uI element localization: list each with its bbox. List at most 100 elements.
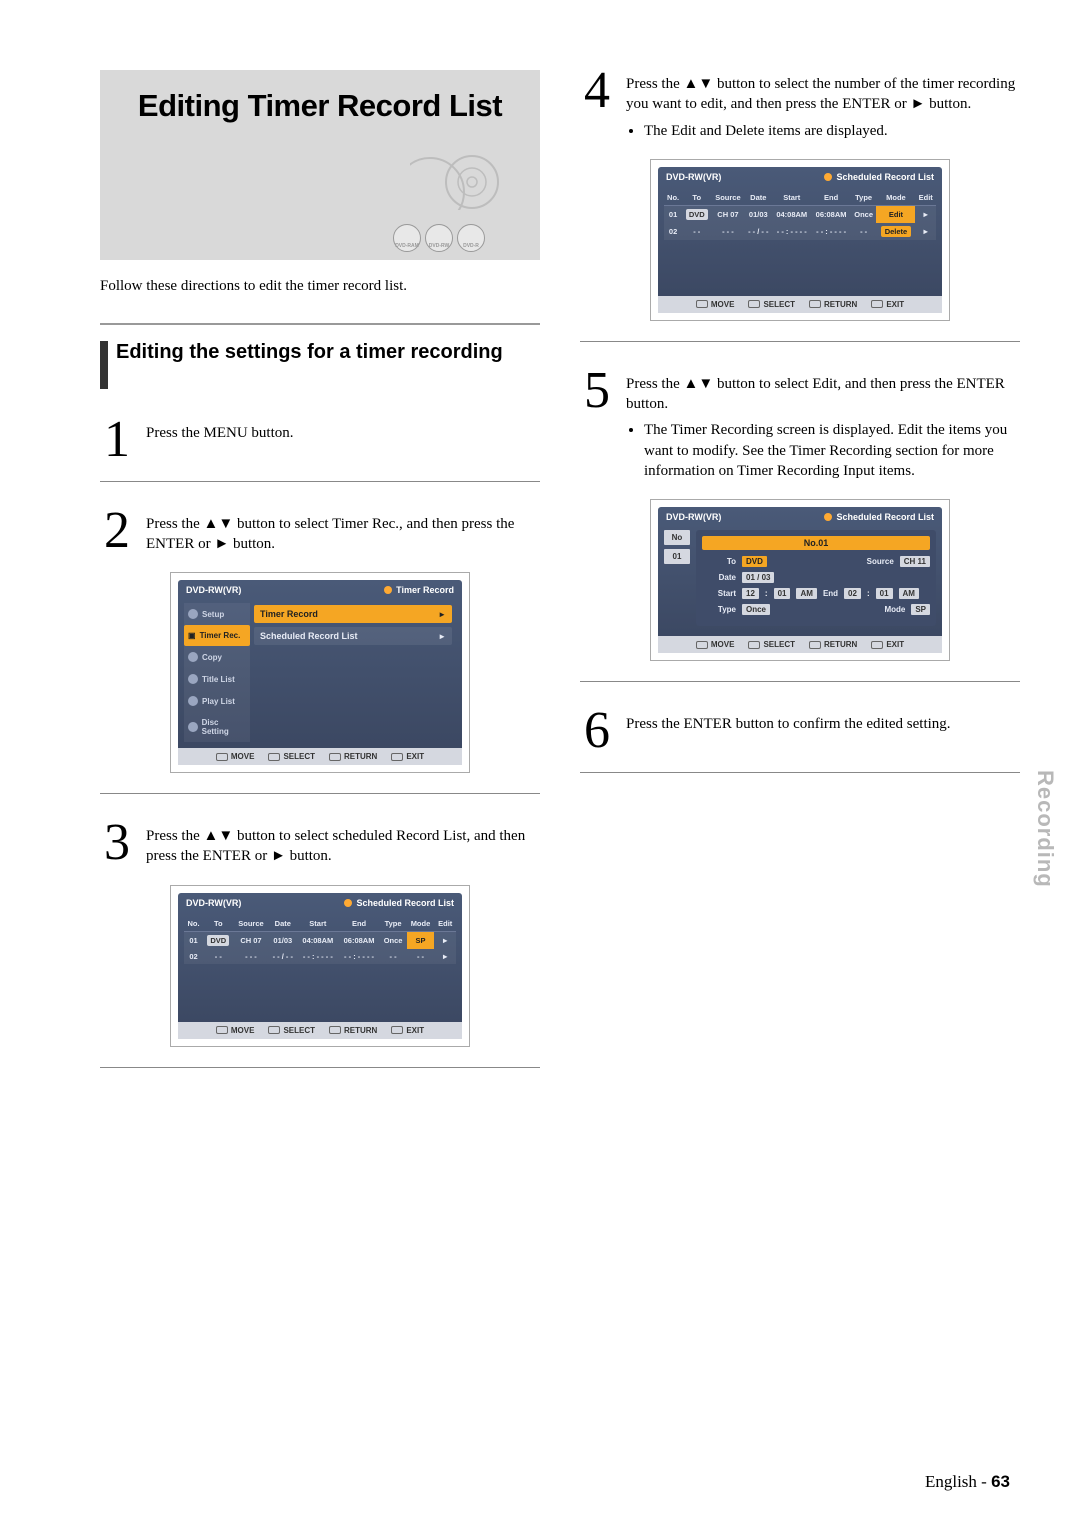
scheduled-record-table: No.ToSourceDateStartEndTypeModeEdit 01 D… bbox=[664, 190, 936, 240]
type-field[interactable]: Once bbox=[742, 604, 770, 615]
step-number: 3 bbox=[100, 822, 134, 867]
sidebar-item[interactable]: Disc Setting bbox=[184, 712, 250, 742]
osd-side-nav: Setup ▣Timer Rec. Copy Title List Play L… bbox=[184, 603, 250, 742]
step-number: 5 bbox=[580, 370, 614, 481]
osd-option[interactable]: Timer Record► bbox=[254, 605, 452, 623]
key-icon bbox=[329, 753, 341, 761]
osd-footer: MOVE SELECT RETURN EXIT bbox=[658, 636, 942, 653]
step-4: 4 Press the ▲▼ button to select the numb… bbox=[580, 70, 1020, 141]
chevron-right-icon: ► bbox=[434, 949, 456, 964]
divider bbox=[580, 341, 1020, 342]
table-row[interactable]: 02 - - - - - - - / - - - - : - - - - - -… bbox=[184, 949, 456, 964]
field-label: Type bbox=[702, 605, 736, 614]
sidebar-item[interactable]: ▣Timer Rec. bbox=[184, 625, 250, 646]
section-heading: Editing the settings for a timer recordi… bbox=[100, 323, 540, 389]
step-number: 4 bbox=[580, 70, 614, 141]
record-dot-icon bbox=[824, 513, 832, 521]
step-number: 6 bbox=[580, 710, 614, 752]
key-icon bbox=[809, 300, 821, 308]
up-down-icon: ▲▼ bbox=[684, 75, 714, 92]
sidebar-item[interactable]: Title List bbox=[184, 668, 250, 690]
step-5: 5 Press the ▲▼ button to select Edit, an… bbox=[580, 370, 1020, 481]
key-icon bbox=[696, 641, 708, 649]
key-icon bbox=[696, 300, 708, 308]
osd-footer: MOVE SELECT RETURN EXIT bbox=[658, 296, 942, 313]
key-icon bbox=[268, 1026, 280, 1034]
field-label: Mode bbox=[884, 605, 905, 614]
media-icon: DVD-R bbox=[457, 224, 485, 252]
field-label: To bbox=[702, 557, 736, 566]
intro-text: Follow these directions to edit the time… bbox=[100, 278, 540, 295]
osd-title: Scheduled Record List bbox=[356, 898, 454, 908]
key-icon bbox=[391, 753, 403, 761]
source-field[interactable]: CH 11 bbox=[900, 556, 930, 567]
key-icon bbox=[748, 641, 760, 649]
osd-title: Timer Record bbox=[396, 585, 454, 595]
key-icon bbox=[809, 641, 821, 649]
section-heading-text: Editing the settings for a timer recordi… bbox=[116, 341, 503, 364]
mode-field[interactable]: SP bbox=[911, 604, 930, 615]
page-footer: English - 63 bbox=[925, 1472, 1010, 1492]
chevron-right-icon: ► bbox=[438, 632, 446, 641]
to-field[interactable]: DVD bbox=[742, 556, 767, 567]
media-icon: DVD-RAM bbox=[393, 224, 421, 252]
field-label: Start bbox=[702, 589, 736, 598]
osd-footer: MOVE SELECT RETURN EXIT bbox=[178, 748, 462, 765]
divider bbox=[580, 681, 1020, 682]
heading-bar-icon bbox=[100, 341, 108, 389]
sidebar-item[interactable]: Setup bbox=[184, 603, 250, 625]
table-row[interactable]: 02 - - - - - - - / - - - - : - - - - - -… bbox=[664, 223, 936, 240]
start-hour-field[interactable]: 12 bbox=[742, 588, 759, 599]
osd-scheduled-record-list: DVD-RW(VR) Scheduled Record List No.ToSo… bbox=[170, 885, 470, 1047]
step-number: 1 bbox=[100, 419, 134, 461]
up-down-icon: ▲▼ bbox=[684, 375, 714, 392]
step-text: Press the ENTER button to confirm the ed… bbox=[626, 710, 951, 752]
start-min-field[interactable]: 01 bbox=[774, 588, 791, 599]
osd-scheduled-record-edit-delete: DVD-RW(VR) Scheduled Record List No.ToSo… bbox=[650, 159, 950, 321]
field-label: End bbox=[823, 589, 838, 598]
table-row[interactable]: 01 DVD CH 07 01/03 04:08AM 06:08AM Once … bbox=[664, 205, 936, 223]
step-bullet: The Edit and Delete items are displayed. bbox=[644, 121, 1020, 141]
play-icon: ► bbox=[911, 95, 926, 112]
step-text: Press the ▲▼ button to select Edit, and … bbox=[626, 370, 1020, 481]
page-title: Editing Timer Record List bbox=[120, 88, 520, 124]
step-text: Press the ▲▼ button to select scheduled … bbox=[146, 822, 540, 867]
step-bullet: The Timer Recording screen is displayed.… bbox=[644, 420, 1020, 481]
end-min-field[interactable]: 01 bbox=[876, 588, 893, 599]
chevron-right-icon: ► bbox=[434, 931, 456, 949]
divider bbox=[580, 772, 1020, 773]
key-icon bbox=[748, 300, 760, 308]
chevron-right-icon: ► bbox=[438, 610, 446, 619]
divider bbox=[100, 1067, 540, 1068]
up-down-icon: ▲▼ bbox=[204, 515, 234, 532]
table-row[interactable]: 01 DVD CH 07 01/03 04:08AM 06:08AM Once … bbox=[184, 931, 456, 949]
divider bbox=[100, 481, 540, 482]
key-icon bbox=[268, 753, 280, 761]
chevron-right-icon: ► bbox=[915, 223, 936, 240]
key-icon bbox=[871, 300, 883, 308]
osd-option[interactable]: Scheduled Record List► bbox=[254, 627, 452, 645]
scheduled-record-table: No.ToSourceDateStartEndTypeModeEdit 01 D… bbox=[184, 916, 456, 964]
osd-disc-label: DVD-RW(VR) bbox=[666, 172, 721, 182]
up-down-icon: ▲▼ bbox=[204, 827, 234, 844]
start-ampm-field[interactable]: AM bbox=[796, 588, 816, 599]
end-hour-field[interactable]: 02 bbox=[844, 588, 861, 599]
sidebar-item[interactable]: Play List bbox=[184, 690, 250, 712]
osd-timer-record-menu: DVD-RW(VR) Timer Record Setup ▣Timer Rec… bbox=[170, 572, 470, 773]
date-field[interactable]: 01 / 03 bbox=[742, 572, 774, 583]
osd-title: Scheduled Record List bbox=[836, 172, 934, 182]
field-label: Source bbox=[867, 557, 894, 566]
record-dot-icon bbox=[344, 899, 352, 907]
step-text: Press the ▲▼ button to select the number… bbox=[626, 70, 1020, 141]
edit-sidebar-label: No bbox=[664, 530, 690, 545]
osd-disc-label: DVD-RW(VR) bbox=[186, 898, 241, 908]
section-tab: Recording bbox=[1032, 770, 1058, 888]
sidebar-item[interactable]: Copy bbox=[184, 646, 250, 668]
record-dot-icon bbox=[824, 173, 832, 181]
osd-title: Scheduled Record List bbox=[836, 512, 934, 522]
disc-art-icon bbox=[410, 138, 500, 210]
key-icon bbox=[216, 1026, 228, 1034]
osd-footer: MOVE SELECT RETURN EXIT bbox=[178, 1022, 462, 1039]
end-ampm-field[interactable]: AM bbox=[899, 588, 919, 599]
step-1: 1 Press the MENU button. bbox=[100, 419, 540, 461]
